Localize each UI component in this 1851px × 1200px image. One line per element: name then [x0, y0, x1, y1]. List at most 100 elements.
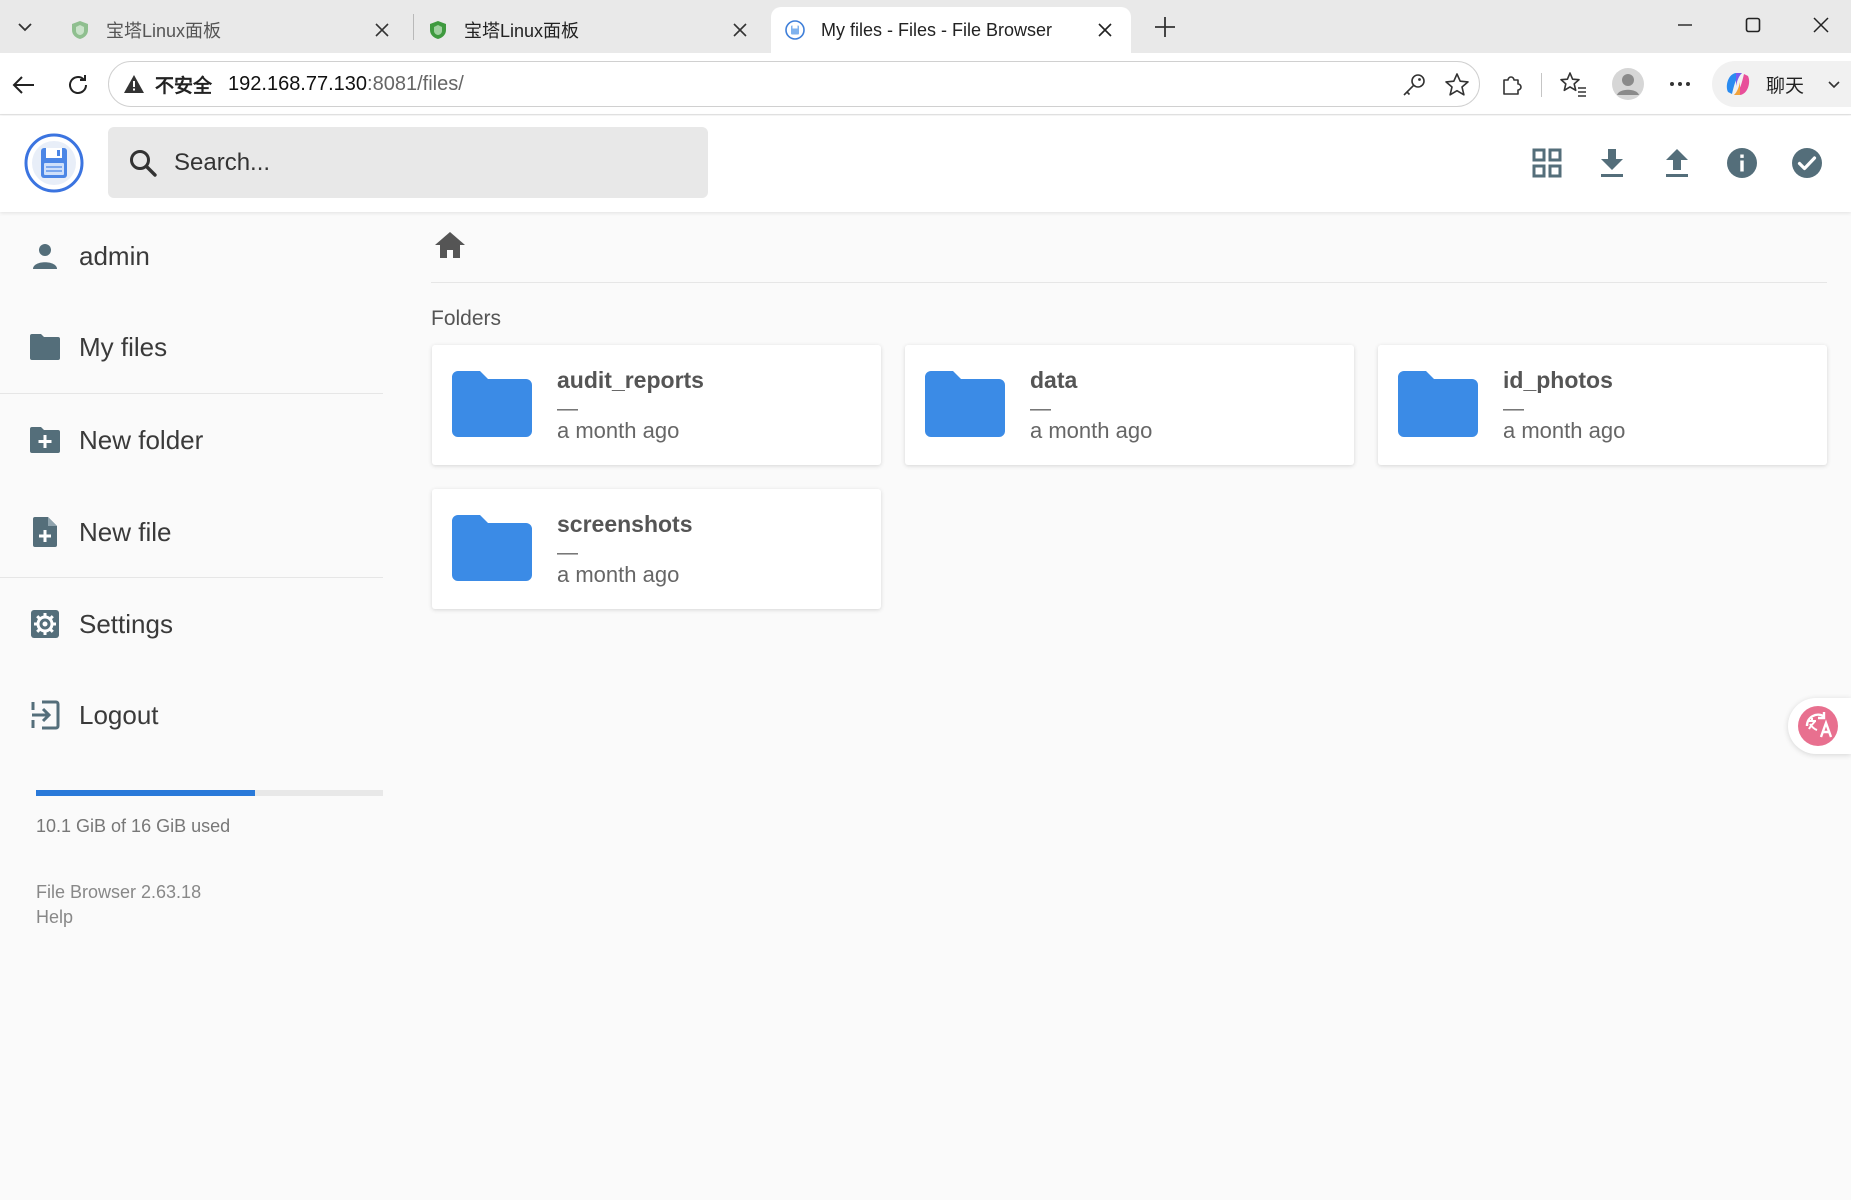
folder-item[interactable]: audit_reports — a month ago — [432, 345, 881, 465]
folder-modified: a month ago — [1030, 418, 1153, 443]
app-header — [0, 116, 1851, 212]
close-tab-button[interactable] — [1093, 18, 1117, 42]
browser-tab-bar: 宝塔Linux面板 宝塔Linux面板 My files - Files - F… — [0, 0, 1851, 53]
sidebar: admin My files New folder New file Setti… — [0, 212, 385, 1200]
warning-icon — [123, 73, 145, 95]
more-horizontal-icon — [1670, 82, 1690, 86]
switch-view-button[interactable] — [1523, 139, 1571, 187]
note-add-icon — [29, 516, 61, 548]
info-icon — [1727, 148, 1757, 178]
home-icon[interactable] — [434, 231, 466, 259]
sidebar-item-label: New file — [79, 516, 172, 547]
translate-button[interactable] — [1788, 698, 1851, 754]
file-browser-logo-icon[interactable] — [24, 133, 84, 193]
tab-list-button[interactable] — [4, 6, 46, 48]
folder-name: audit_reports — [557, 367, 704, 393]
tab-title: My files - Files - File Browser — [821, 19, 1053, 40]
help-link[interactable]: Help — [36, 905, 201, 930]
sidebar-item-label: New folder — [79, 424, 204, 455]
folder-name: data — [1030, 367, 1078, 393]
settings-gear-icon — [29, 608, 61, 640]
maximize-button[interactable] — [1719, 0, 1787, 50]
window-close-button[interactable] — [1787, 0, 1851, 50]
breadcrumb-divider — [431, 282, 1827, 283]
search-icon — [130, 149, 157, 177]
folder-icon — [452, 515, 532, 581]
key-icon[interactable] — [1401, 72, 1427, 98]
user-avatar-icon — [1612, 68, 1644, 100]
check-circle-icon — [1792, 148, 1822, 178]
sidebar-divider — [0, 577, 383, 578]
sidebar-item-label: admin — [79, 240, 150, 271]
browser-toolbar: 不安全 192.168.77.130 :8081/files/ 聊天 — [0, 53, 1851, 115]
chevron-down-icon — [18, 23, 32, 32]
sidebar-item-label: Logout — [79, 699, 159, 730]
folder-name: screenshots — [557, 511, 693, 537]
favorites-icon[interactable] — [1558, 69, 1588, 99]
search-bar[interactable] — [108, 127, 708, 198]
folder-item[interactable]: screenshots — a month ago — [432, 489, 881, 609]
new-tab-button[interactable] — [1145, 7, 1185, 47]
breadcrumb — [434, 228, 474, 262]
download-icon — [1601, 149, 1623, 177]
address-bar[interactable]: 不安全 192.168.77.130 :8081/files/ — [108, 61, 1480, 107]
download-button[interactable] — [1588, 139, 1636, 187]
minimize-icon — [1678, 24, 1692, 26]
reload-button[interactable] — [58, 65, 98, 105]
person-icon — [29, 240, 61, 272]
tab-title: 宝塔Linux面板 — [464, 21, 580, 41]
info-button[interactable] — [1718, 139, 1766, 187]
extensions-icon[interactable] — [1497, 69, 1527, 99]
sidebar-item-new-file[interactable]: New file — [0, 497, 385, 567]
create-new-folder-icon — [29, 424, 61, 456]
version-link[interactable]: File Browser 2.63.18 — [36, 880, 201, 905]
copilot-button[interactable]: 聊天 — [1712, 61, 1851, 107]
sidebar-item-logout[interactable]: Logout — [0, 680, 385, 750]
storage-usage-text: 10.1 GiB of 16 GiB used — [36, 816, 231, 836]
sidebar-divider — [0, 393, 383, 394]
folder-item[interactable]: id_photos — a month ago — [1378, 345, 1827, 465]
tab-file-browser[interactable]: My files - Files - File Browser — [771, 7, 1131, 53]
sidebar-item-user[interactable]: admin — [0, 221, 385, 291]
profile-avatar[interactable] — [1610, 66, 1646, 102]
folder-item[interactable]: data — a month ago — [905, 345, 1354, 465]
floppy-disk-icon — [785, 20, 805, 40]
sidebar-item-settings[interactable]: Settings — [0, 589, 385, 659]
arrow-left-icon — [12, 76, 34, 94]
copilot-label: 聊天 — [1766, 75, 1805, 97]
security-status[interactable]: 不安全 — [155, 71, 212, 98]
storage-usage-fill — [36, 790, 255, 796]
favorite-star-icon[interactable] — [1444, 72, 1470, 98]
chevron-down-icon — [1828, 81, 1840, 89]
more-menu-button[interactable] — [1665, 69, 1695, 99]
tab-baota-2[interactable]: 宝塔Linux面板 — [414, 7, 766, 53]
folder-name: id_photos — [1503, 367, 1613, 393]
search-input[interactable] — [174, 148, 694, 177]
sidebar-item-my-files[interactable]: My files — [0, 312, 385, 382]
back-button[interactable] — [4, 65, 44, 105]
upload-button[interactable] — [1653, 139, 1701, 187]
url-path: :8081/files/ — [367, 72, 464, 95]
close-icon — [1813, 17, 1829, 33]
select-multiple-button[interactable] — [1783, 139, 1831, 187]
copilot-icon — [1726, 73, 1750, 95]
plus-icon — [1155, 17, 1175, 37]
folder-icon — [452, 371, 532, 437]
close-tab-button[interactable] — [370, 18, 394, 42]
reload-icon — [69, 75, 87, 94]
maximize-icon — [1745, 17, 1761, 33]
folder-modified: a month ago — [1503, 418, 1626, 443]
sidebar-item-new-folder[interactable]: New folder — [0, 405, 385, 475]
minimize-button[interactable] — [1651, 0, 1719, 50]
toolbar-separator — [1541, 73, 1542, 97]
close-icon — [1098, 23, 1112, 37]
storage-usage-bar — [36, 790, 383, 796]
sidebar-item-label: My files — [79, 331, 168, 362]
close-tab-button[interactable] — [728, 18, 752, 42]
tab-title: 宝塔Linux面板 — [106, 21, 222, 41]
tab-baota-1[interactable]: 宝塔Linux面板 — [56, 7, 408, 53]
folder-icon — [925, 371, 1005, 437]
upload-icon — [1666, 149, 1688, 177]
folder-modified: a month ago — [557, 418, 680, 443]
url-host: 192.168.77.130 — [228, 72, 368, 95]
